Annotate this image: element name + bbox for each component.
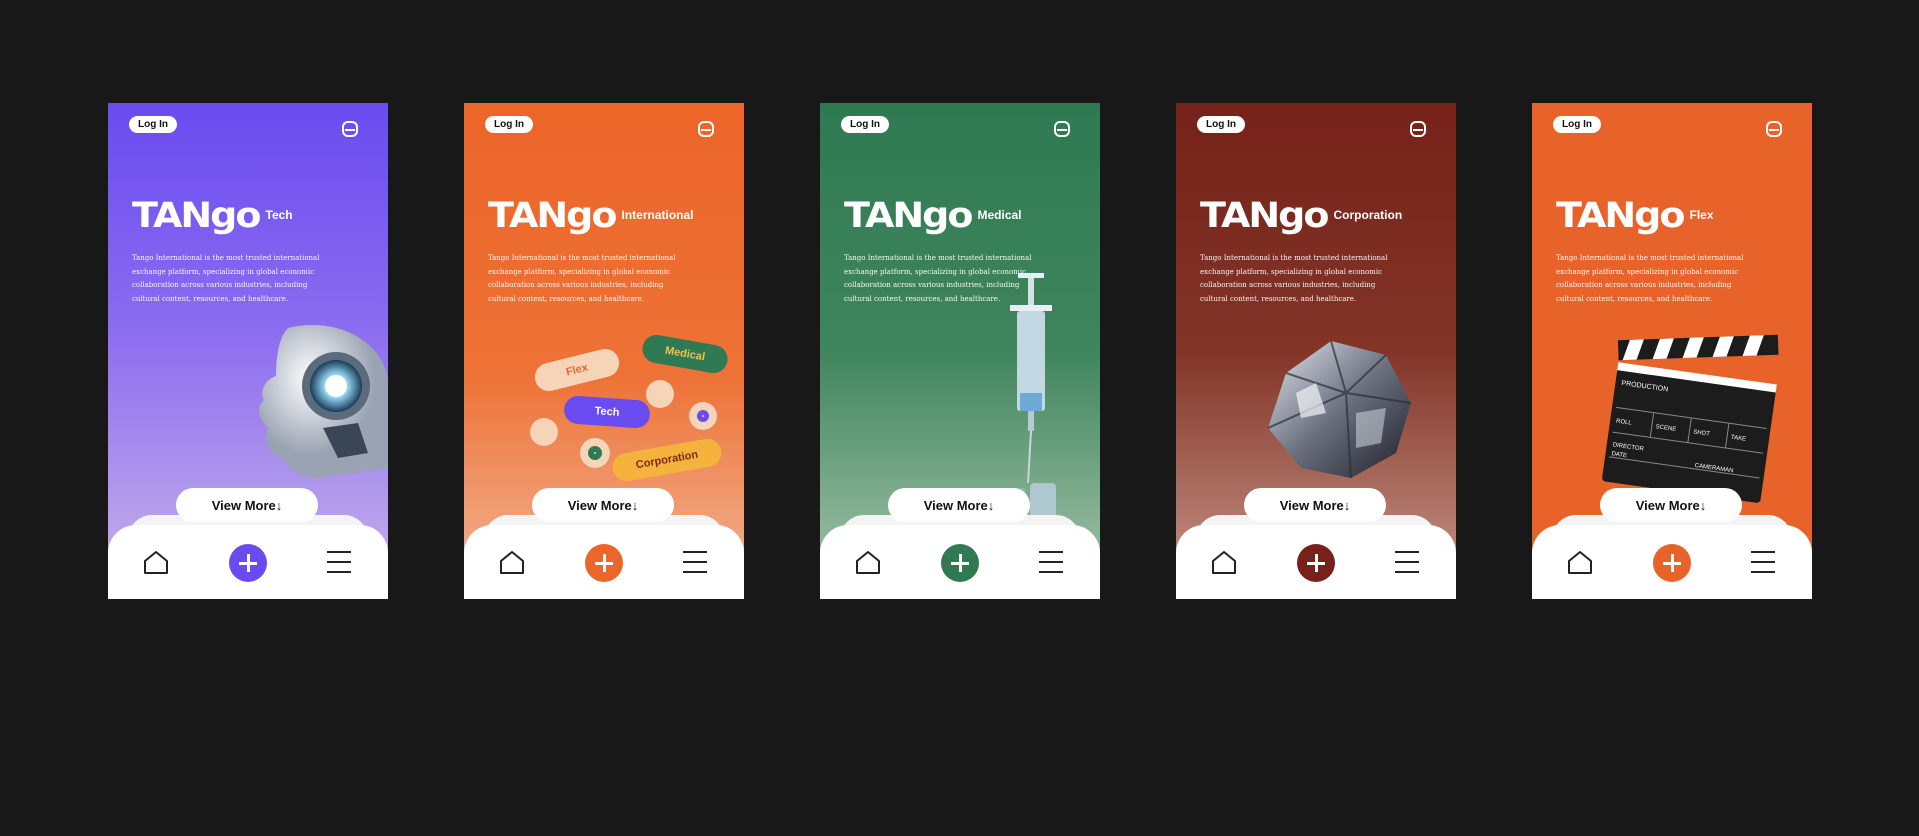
home-icon[interactable] — [1210, 549, 1238, 575]
category-stickers: Flex Medical Tech Corporation — [524, 328, 734, 488]
view-more-button[interactable]: View More↓ — [176, 488, 318, 522]
sticker-circle-icon — [530, 418, 558, 446]
view-more-button[interactable]: View More↓ — [532, 488, 674, 522]
view-more-button[interactable]: View More↓ — [888, 488, 1030, 522]
hamburger-menu-icon[interactable] — [683, 551, 707, 573]
sticker-medical: Medical — [640, 332, 730, 376]
login-button[interactable]: Log In — [841, 116, 889, 133]
app-screen-corporation: Log In TANgo Corporation Tango Internati… — [1176, 103, 1456, 599]
sticker-corporation: Corporation — [610, 436, 724, 484]
home-icon[interactable] — [1566, 549, 1594, 575]
hamburger-menu-icon[interactable] — [1395, 551, 1419, 573]
home-icon[interactable] — [854, 549, 882, 575]
bottom-nav — [1176, 525, 1456, 599]
brand-header: TANgo International — [488, 196, 694, 234]
description-text: Tango International is the most trusted … — [488, 254, 676, 303]
app-screen-international: Log In TANgo International Tango Interna… — [464, 103, 744, 599]
add-button[interactable] — [1297, 544, 1335, 582]
cart-icon[interactable] — [342, 121, 358, 137]
sticker-arrow-icon — [646, 380, 674, 408]
tango-logo: TANgo — [132, 194, 261, 236]
sticker-tech: Tech — [563, 395, 651, 429]
cart-icon[interactable] — [1410, 121, 1426, 137]
sticker-target-icon — [580, 438, 610, 468]
bottom-nav — [108, 525, 388, 599]
hamburger-menu-icon[interactable] — [1751, 551, 1775, 573]
brand-header: TANgo Corporation — [1200, 196, 1402, 234]
tango-logo: TANgo — [844, 194, 973, 236]
robot-head-image — [259, 325, 388, 478]
description-text: Tango International is the most trusted … — [132, 254, 320, 303]
brand-subtitle: Tech — [265, 208, 293, 222]
login-button[interactable]: Log In — [1197, 116, 1245, 133]
syringe-image — [1000, 273, 1056, 523]
brand-header: TANgo Tech — [132, 196, 293, 234]
app-screen-medical: Log In TANgo Medical Tango International… — [820, 103, 1100, 599]
add-button[interactable] — [941, 544, 979, 582]
sticker-magnet-icon — [689, 402, 717, 430]
bottom-nav — [820, 525, 1100, 599]
app-screen-flex: Log In TANgo Flex Tango International is… — [1532, 103, 1812, 599]
brand-subtitle: Medical — [977, 208, 1022, 222]
login-button[interactable]: Log In — [485, 116, 533, 133]
brand-header: TANgo Flex — [1556, 196, 1714, 234]
bottom-nav — [464, 525, 744, 599]
tango-logo: TANgo — [1200, 194, 1329, 236]
add-button[interactable] — [585, 544, 623, 582]
tango-logo: TANgo — [1556, 194, 1685, 236]
login-button[interactable]: Log In — [129, 116, 177, 133]
bottom-nav — [1532, 525, 1812, 599]
cart-icon[interactable] — [1054, 121, 1070, 137]
tango-logo: TANgo — [488, 194, 617, 236]
login-button[interactable]: Log In — [1553, 116, 1601, 133]
brand-subtitle: Corporation — [1333, 208, 1403, 222]
home-icon[interactable] — [142, 549, 170, 575]
cart-icon[interactable] — [698, 121, 714, 137]
brand-subtitle: International — [621, 208, 694, 222]
mineral-rock-image — [1267, 340, 1412, 479]
brand-header: TANgo Medical — [844, 196, 1022, 234]
hamburger-menu-icon[interactable] — [327, 551, 351, 573]
brand-subtitle: Flex — [1689, 208, 1714, 222]
sticker-flex: Flex — [531, 346, 623, 394]
description-text: Tango International is the most trusted … — [1200, 254, 1388, 303]
description-text: Tango International is the most trusted … — [1556, 254, 1744, 303]
cart-icon[interactable] — [1766, 121, 1782, 137]
home-icon[interactable] — [498, 549, 526, 575]
clapperboard-image: PRODUCTION ROLL SCENE SHOT TAKE DIRECTOR… — [1602, 334, 1779, 503]
view-more-button[interactable]: View More↓ — [1600, 488, 1742, 522]
add-button[interactable] — [229, 544, 267, 582]
add-button[interactable] — [1653, 544, 1691, 582]
view-more-button[interactable]: View More↓ — [1244, 488, 1386, 522]
hamburger-menu-icon[interactable] — [1039, 551, 1063, 573]
app-screen-tech: Log In TANgo Tech Tango International is… — [108, 103, 388, 599]
